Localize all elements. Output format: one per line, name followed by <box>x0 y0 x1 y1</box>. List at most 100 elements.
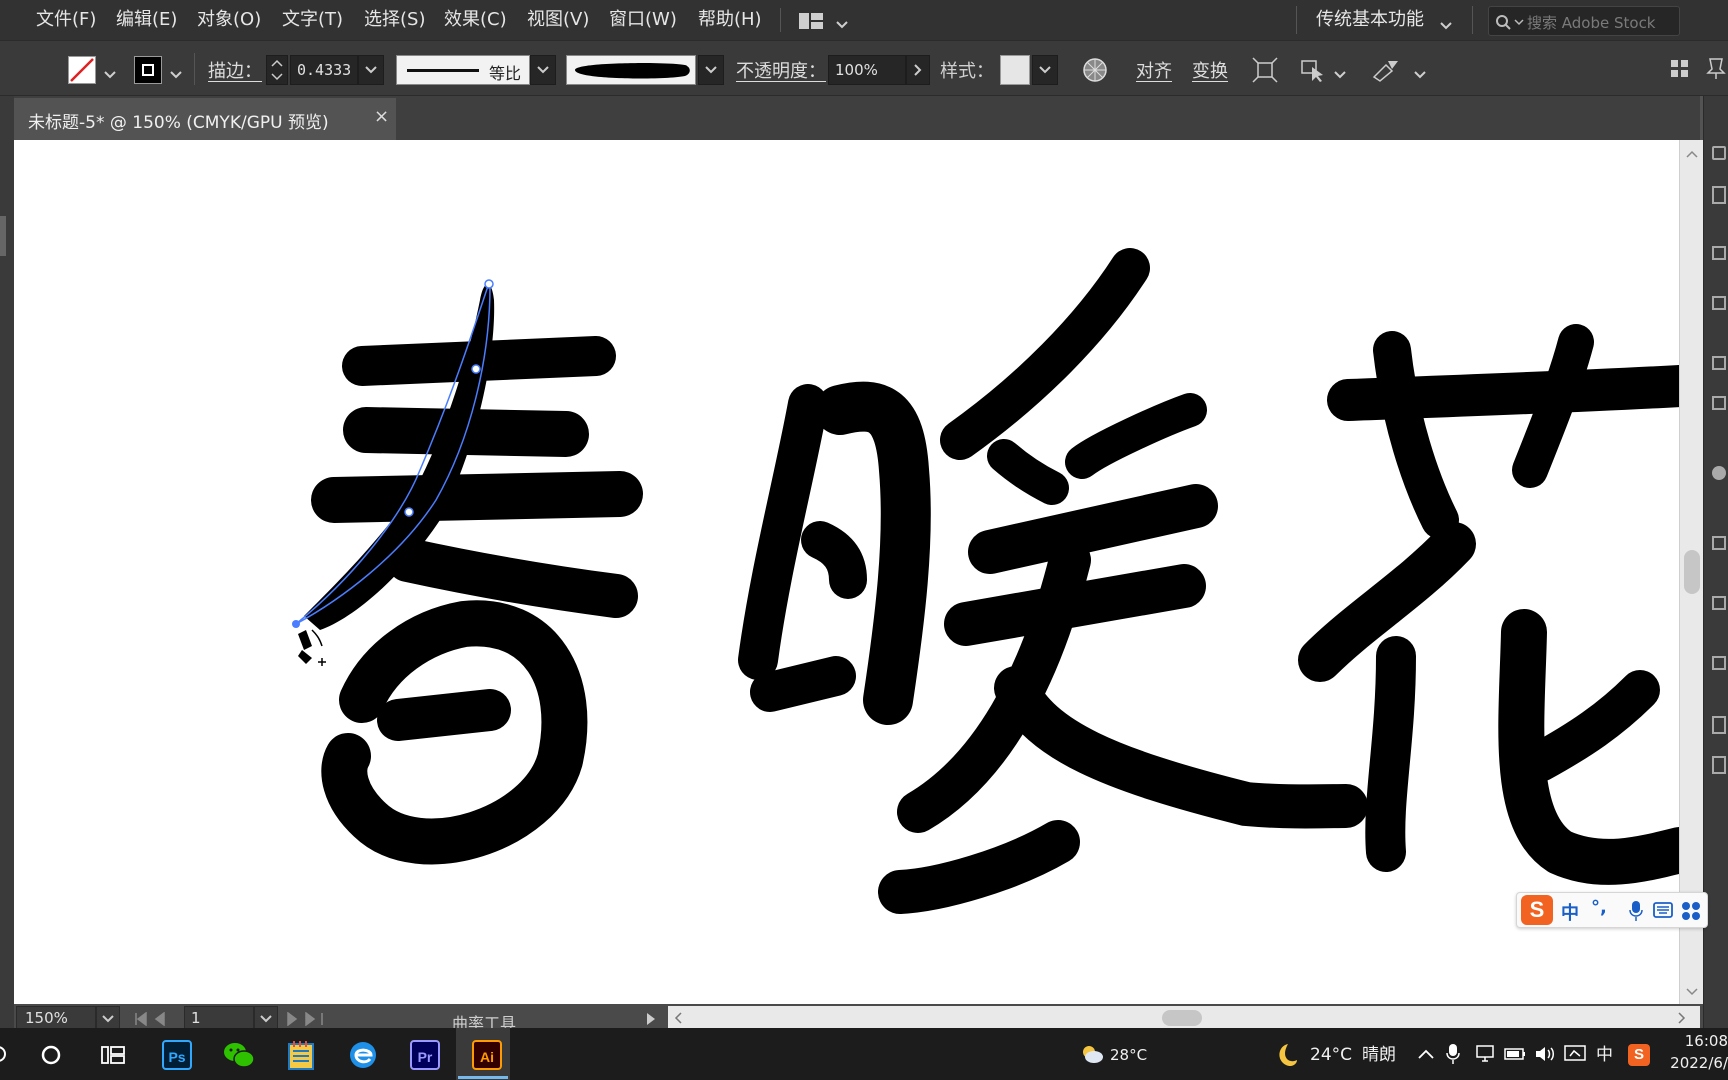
horizontal-scroll-thumb[interactable] <box>1162 1010 1202 1026</box>
browser-app-icon[interactable] <box>348 1040 378 1070</box>
chevron-down-icon[interactable] <box>1334 65 1346 84</box>
clock[interactable]: 16:08 2022/6/ <box>1664 1030 1728 1074</box>
stroke-weight-stepper[interactable] <box>266 55 288 85</box>
microphone-icon[interactable] <box>1629 900 1643 922</box>
close-tab-icon[interactable]: × <box>374 106 389 127</box>
photoshop-app-icon[interactable]: Ps <box>162 1040 192 1070</box>
start-button-edge[interactable] <box>0 1044 10 1064</box>
ime-mode[interactable]: 中 <box>1561 899 1579 925</box>
profile-dropdown[interactable] <box>530 55 556 85</box>
chevron-down-icon[interactable] <box>1414 65 1426 84</box>
scroll-right-icon[interactable] <box>1678 1012 1686 1024</box>
opacity-arrow[interactable] <box>906 55 930 85</box>
panel-icon[interactable] <box>1712 356 1726 370</box>
select-similar-icon[interactable] <box>1300 57 1326 87</box>
keyboard-icon[interactable] <box>1653 902 1673 918</box>
artboard-dropdown[interactable] <box>254 1006 278 1030</box>
style-label: 样式： <box>940 61 994 82</box>
wechat-app-icon[interactable] <box>222 1040 256 1070</box>
network-icon[interactable] <box>1474 1045 1496 1063</box>
brush-dropdown[interactable] <box>698 55 724 85</box>
scroll-left-icon[interactable] <box>674 1012 682 1024</box>
task-view-icon[interactable] <box>100 1043 126 1067</box>
zoom-level-input[interactable]: 150% <box>16 1006 96 1030</box>
recolor-artwork-icon[interactable] <box>1082 57 1108 83</box>
chevron-down-icon[interactable] <box>836 15 848 34</box>
panel-icon[interactable] <box>1712 596 1726 610</box>
panel-icon[interactable] <box>1712 536 1726 550</box>
panel-icon[interactable] <box>1712 296 1726 310</box>
tool-indicator <box>0 216 6 256</box>
microphone-tray-icon[interactable] <box>1446 1043 1460 1065</box>
menu-object[interactable]: 对象(O) <box>197 0 261 40</box>
premiere-app-icon[interactable]: Pr <box>410 1040 440 1070</box>
scroll-up-icon[interactable] <box>1686 150 1698 158</box>
menu-file[interactable]: 文件(F) <box>36 0 96 40</box>
artboard-canvas[interactable] <box>14 140 1679 1004</box>
document-tab[interactable]: 未标题-5* @ 150% (CMYK/GPU 预览) × <box>14 98 396 140</box>
ime-toolbar[interactable]: S 中 °, <box>1516 892 1708 928</box>
menu-help[interactable]: 帮助(H) <box>698 0 762 40</box>
opacity-label[interactable]: 不透明度： <box>736 57 826 83</box>
menu-view[interactable]: 视图(V) <box>527 0 589 40</box>
horizontal-scrollbar[interactable] <box>668 1006 1700 1030</box>
panel-icon[interactable] <box>1712 756 1726 774</box>
menu-type[interactable]: 文字(T) <box>282 0 343 40</box>
chevron-down-icon[interactable] <box>170 65 182 84</box>
chevron-down-icon[interactable] <box>1440 16 1452 35</box>
stroke-weight-label[interactable]: 描边： <box>208 57 262 83</box>
panel-icon[interactable] <box>1712 246 1726 260</box>
brush-definition[interactable] <box>566 55 696 85</box>
panel-menu-icon[interactable] <box>1670 59 1690 83</box>
status-menu-arrow-icon[interactable] <box>646 1012 656 1026</box>
puppet-warp-icon[interactable] <box>1372 57 1400 87</box>
opacity-input[interactable]: 100% <box>828 55 906 85</box>
style-dropdown[interactable] <box>1032 55 1058 85</box>
sogou-tray-icon[interactable]: S <box>1628 1044 1650 1066</box>
input-language[interactable]: 中 <box>1596 1040 1613 1070</box>
show-hidden-icons-icon[interactable] <box>1418 1049 1434 1059</box>
artboard-next-last-icons[interactable] <box>286 1012 326 1026</box>
vertical-scrollbar[interactable] <box>1679 140 1703 1004</box>
transform-button[interactable]: 变换 <box>1192 57 1228 83</box>
menu-select[interactable]: 选择(S) <box>364 0 425 40</box>
vertical-scroll-thumb[interactable] <box>1684 550 1700 594</box>
menu-effect[interactable]: 效果(C) <box>444 0 507 40</box>
weather-temperature[interactable]: 28°C <box>1110 1040 1147 1070</box>
weather-condition[interactable]: 晴朗 <box>1362 1040 1396 1070</box>
cortana-search-icon[interactable] <box>40 1044 62 1066</box>
variable-width-profile[interactable]: 等比 <box>396 55 530 85</box>
stroke-weight-input[interactable]: 0.4333 <box>290 55 358 85</box>
artboard-first-prev-icons[interactable] <box>134 1012 174 1026</box>
stroke-swatch[interactable] <box>134 56 162 84</box>
display-icon[interactable] <box>1564 1044 1586 1064</box>
menu-window[interactable]: 窗口(W) <box>609 0 677 40</box>
pin-icon[interactable] <box>1706 57 1726 85</box>
illustrator-app-icon[interactable]: Ai <box>472 1040 502 1070</box>
panel-icon[interactable] <box>1712 146 1726 160</box>
menu-edit[interactable]: 编辑(E) <box>116 0 177 40</box>
graphic-style-swatch[interactable] <box>1000 55 1030 85</box>
workspace-switcher[interactable]: 传统基本功能 <box>1316 0 1424 40</box>
toolbox-icon[interactable] <box>1681 901 1701 921</box>
volume-icon[interactable] <box>1534 1045 1556 1063</box>
panel-icon[interactable] <box>1712 656 1726 670</box>
ime-punctuation[interactable]: °, <box>1591 897 1607 918</box>
panel-icon[interactable] <box>1712 716 1726 734</box>
isolate-group-icon[interactable] <box>1252 57 1278 87</box>
fill-swatch[interactable] <box>68 56 96 84</box>
arrange-documents-icon[interactable] <box>798 12 826 30</box>
panel-icon[interactable] <box>1712 396 1726 410</box>
panel-icon[interactable] <box>1712 466 1726 480</box>
zoom-dropdown[interactable] <box>96 1006 120 1030</box>
notepad-app-icon[interactable] <box>286 1039 316 1071</box>
stock-search-input[interactable]: 搜索 Adobe Stock <box>1488 6 1680 36</box>
panel-icon[interactable] <box>1712 186 1726 204</box>
scroll-down-icon[interactable] <box>1686 988 1698 996</box>
artboard-number-input[interactable]: 1 <box>184 1006 254 1030</box>
stroke-weight-dropdown[interactable] <box>358 55 384 85</box>
chevron-down-icon[interactable] <box>104 65 116 84</box>
battery-icon[interactable] <box>1504 1046 1526 1062</box>
night-temperature[interactable]: 24°C <box>1310 1040 1352 1070</box>
align-button[interactable]: 对齐 <box>1136 57 1172 83</box>
